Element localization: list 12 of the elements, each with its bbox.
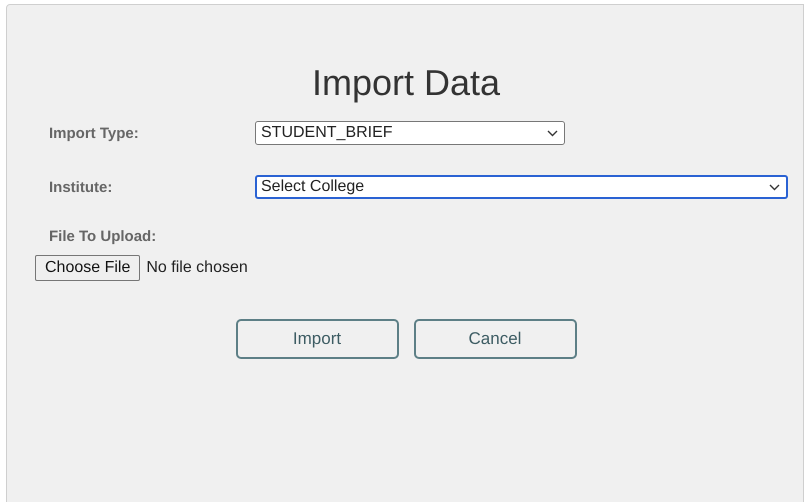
- dropdown[interactable]: STUDENT_BRIEF: [255, 121, 565, 145]
- action-button[interactable]: Import: [236, 319, 398, 359]
- dropdown[interactable]: Select College: [255, 175, 788, 199]
- field-label: File To Upload:: [48, 228, 158, 245]
- field-label: Import Type:: [48, 124, 140, 142]
- action-button[interactable]: Cancel: [414, 319, 576, 359]
- dialog-title: Import Data: [310, 61, 502, 105]
- choose-file-button[interactable]: Choose File: [35, 255, 140, 281]
- file-status: No file chosen: [146, 259, 248, 277]
- field-label: Institute:: [48, 178, 114, 196]
- caret-icon: [769, 184, 780, 190]
- caret-icon: [547, 130, 558, 136]
